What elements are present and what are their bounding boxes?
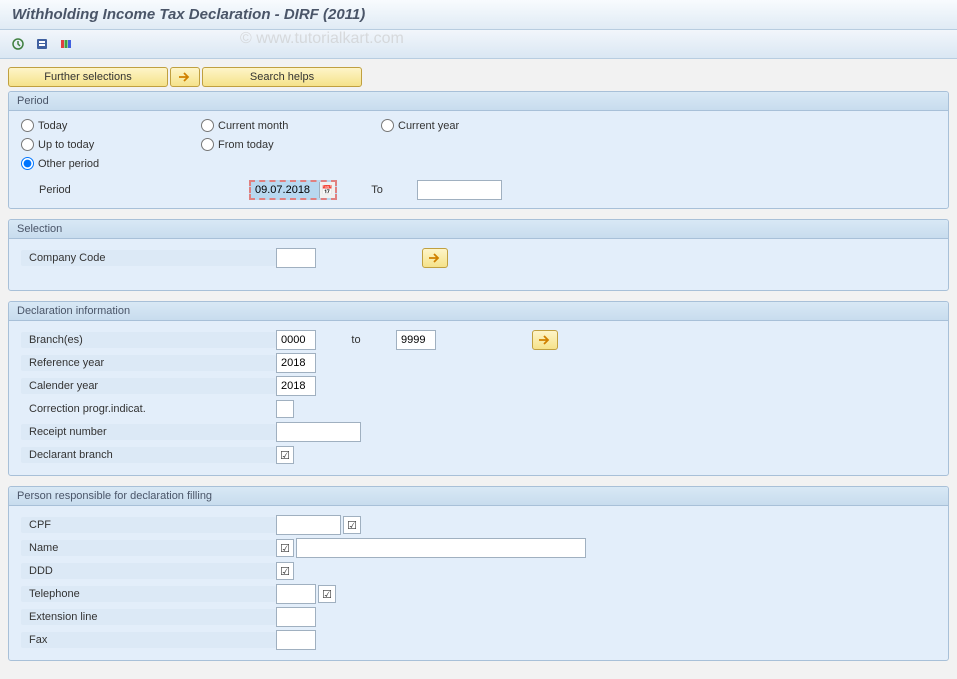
content-area: Further selections Search helps Period T… [0,59,957,679]
label-current-month[interactable]: Current month [218,120,288,132]
ddd-label: DDD [21,563,276,579]
cpf-label: CPF [21,517,276,533]
period-to-input[interactable] [417,180,502,200]
cal-year-label: Calender year [21,378,276,394]
radio-other-period[interactable] [21,157,34,170]
radio-current-year[interactable] [381,119,394,132]
selection-group: Selection Company Code [8,219,949,291]
branches-to-input[interactable] [396,330,436,350]
ext-label: Extension line [21,609,276,625]
further-selections-button[interactable]: Further selections [8,67,168,87]
cpf-checkbox[interactable]: ☑ [343,516,361,534]
label-current-year[interactable]: Current year [398,120,459,132]
label-from-today[interactable]: From today [218,139,274,151]
selection-header: Selection [9,220,948,239]
receipt-input[interactable] [276,422,361,442]
company-code-input[interactable] [276,248,316,268]
ref-year-label: Reference year [21,355,276,371]
label-other-period[interactable]: Other period [38,158,99,170]
cpf-input[interactable] [276,515,341,535]
company-code-label: Company Code [21,250,276,266]
execute-icon[interactable] [8,34,28,54]
receipt-label: Receipt number [21,424,276,440]
calendar-icon[interactable]: 📅 [319,182,335,198]
declarant-checkbox[interactable]: ☑ [276,446,294,464]
toolbar [0,30,957,59]
period-group: Period Today Current month Current year … [8,91,949,209]
arrow-right-button[interactable] [170,67,200,87]
cal-year-input[interactable] [276,376,316,396]
search-helps-button[interactable]: Search helps [202,67,362,87]
title-bar: Withholding Income Tax Declaration - DIR… [0,0,957,30]
name-label: Name [21,540,276,556]
correction-checkbox[interactable] [276,400,294,418]
name-input[interactable] [296,538,586,558]
telephone-checkbox[interactable]: ☑ [318,585,336,603]
correction-label: Correction progr.indicat. [21,401,276,417]
declaration-group: Declaration information Branch(es) to Re… [8,301,949,476]
variant-icon[interactable] [32,34,52,54]
responsible-header: Person responsible for declaration filli… [9,487,948,506]
page-title: Withholding Income Tax Declaration - DIR… [12,6,945,23]
responsible-group: Person responsible for declaration filli… [8,486,949,661]
period-to-label: To [337,184,417,196]
radio-current-month[interactable] [201,119,214,132]
period-header: Period [9,92,948,111]
fax-input[interactable] [276,630,316,650]
radio-today[interactable] [21,119,34,132]
branches-from-input[interactable] [276,330,316,350]
name-checkbox[interactable]: ☑ [276,539,294,557]
label-today[interactable]: Today [38,120,67,132]
declaration-header: Declaration information [9,302,948,321]
ext-input[interactable] [276,607,316,627]
ddd-checkbox[interactable]: ☑ [276,562,294,580]
radio-up-to-today[interactable] [21,138,34,151]
period-label: Period [39,184,249,196]
company-code-multi-button[interactable] [422,248,448,268]
branches-to-label: to [316,334,396,346]
ref-year-input[interactable] [276,353,316,373]
settings-icon[interactable] [56,34,76,54]
telephone-label: Telephone [21,586,276,602]
branches-multi-button[interactable] [532,330,558,350]
fax-label: Fax [21,632,276,648]
declarant-label: Declarant branch [21,447,276,463]
period-from-wrap[interactable]: 📅 [249,180,337,200]
telephone-input[interactable] [276,584,316,604]
period-from-input[interactable] [251,182,319,198]
label-up-to-today[interactable]: Up to today [38,139,94,151]
branches-label: Branch(es) [21,332,276,348]
radio-from-today[interactable] [201,138,214,151]
action-buttons: Further selections Search helps [8,67,949,87]
